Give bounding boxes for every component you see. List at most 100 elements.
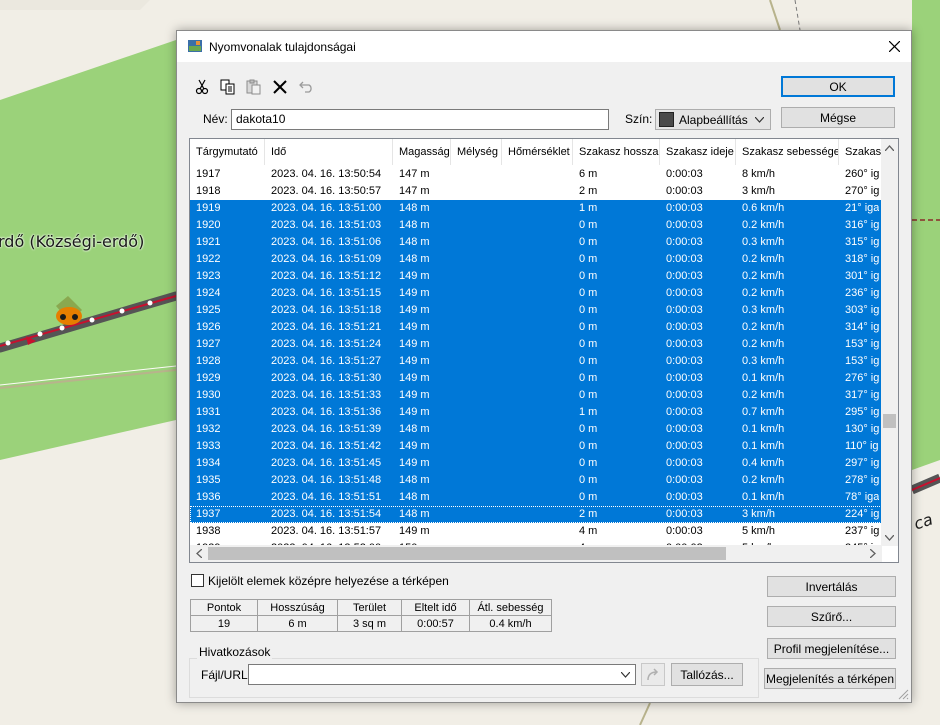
cell-segment-speed: 0.6 km/h <box>742 202 785 214</box>
trackpoint-table[interactable]: Tárgymutató Idő Magasság Mélység Hőmérsé… <box>189 138 899 563</box>
cell-altitude: 148 m <box>399 219 430 231</box>
chevron-down-icon[interactable] <box>621 672 630 678</box>
table-row[interactable]: 1931 2023. 04. 16. 13:51:36 149 m 1 m 0:00:0… <box>190 404 882 421</box>
cell-index: 1930 <box>196 389 221 401</box>
show-on-map-button[interactable]: Megjelenítés a térképen <box>764 668 896 689</box>
col-header-altitude[interactable]: Magasság <box>393 139 451 165</box>
browse-button[interactable]: Tallózás... <box>671 663 743 686</box>
table-row[interactable]: 1926 2023. 04. 16. 13:51:21 149 m 0 m 0:00:0… <box>190 319 882 336</box>
horizontal-scrollbar[interactable] <box>190 545 882 562</box>
col-header-segment-speed[interactable]: Szakasz sebessége <box>736 139 839 165</box>
cell-index: 1934 <box>196 457 221 469</box>
cell-time: 2023. 04. 16. 13:51:33 <box>271 389 382 401</box>
table-row[interactable]: 1925 2023. 04. 16. 13:51:18 149 m 0 m 0:00:0… <box>190 302 882 319</box>
cell-segment-length: 0 m <box>579 321 598 333</box>
table-row[interactable]: 1930 2023. 04. 16. 13:51:33 149 m 0 m 0:00:0… <box>190 387 882 404</box>
resize-grip-icon[interactable] <box>897 688 909 700</box>
col-header-depth[interactable]: Mélység <box>451 139 502 165</box>
cell-segment-time: 0:00:03 <box>666 202 703 214</box>
col-header-index[interactable]: Tárgymutató <box>190 139 265 165</box>
table-row[interactable]: 1924 2023. 04. 16. 13:51:15 149 m 0 m 0:00:0… <box>190 285 882 302</box>
stat-value-area: 3 sq m <box>337 615 402 632</box>
cell-segment-speed: 0.2 km/h <box>742 270 785 282</box>
vertical-scrollbar[interactable] <box>881 139 898 546</box>
delete-icon[interactable] <box>271 78 289 96</box>
cell-segment-course: 153° ig <box>845 355 880 367</box>
table-row[interactable]: 1938 2023. 04. 16. 13:51:57 149 m 4 m 0:00:0… <box>190 523 882 540</box>
col-header-segment-length[interactable]: Szakasz hossza <box>573 139 660 165</box>
cell-segment-speed: 0.1 km/h <box>742 423 785 435</box>
table-row[interactable]: 1918 2023. 04. 16. 13:50:57 147 m 2 m 0:00:0… <box>190 183 882 200</box>
table-row[interactable]: 1921 2023. 04. 16. 13:51:06 148 m 0 m 0:00:0… <box>190 234 882 251</box>
cell-segment-speed: 0.2 km/h <box>742 321 785 333</box>
cell-altitude: 149 m <box>399 440 430 452</box>
cell-segment-course: 297° ig <box>845 457 880 469</box>
title-bar[interactable]: Nyomvonalak tulajdonságai <box>177 31 911 62</box>
table-row[interactable]: 1917 2023. 04. 16. 13:50:54 147 m 6 m 0:00:0… <box>190 166 882 183</box>
cell-segment-speed: 0.2 km/h <box>742 338 785 350</box>
close-button[interactable] <box>877 31 911 62</box>
table-row[interactable]: 1933 2023. 04. 16. 13:51:42 149 m 0 m 0:00:0… <box>190 438 882 455</box>
col-header-temperature[interactable]: Hőmérséklet <box>502 139 573 165</box>
scroll-down-icon[interactable] <box>885 535 894 541</box>
cell-segment-time: 0:00:03 <box>666 508 703 520</box>
filter-button[interactable]: Szűrő... <box>767 606 896 627</box>
cell-time: 2023. 04. 16. 13:51:39 <box>271 423 382 435</box>
ok-button[interactable]: OK <box>781 76 895 97</box>
track-stats-table: Pontok Hosszúság Terület Eltelt idő Átl.… <box>190 599 552 632</box>
cell-altitude: 148 m <box>399 253 430 265</box>
col-header-segment-course[interactable]: Szakas <box>839 139 882 165</box>
color-select[interactable]: Alapbeállítás <box>655 109 771 130</box>
col-header-time[interactable]: Idő <box>265 139 393 165</box>
table-row[interactable]: 1929 2023. 04. 16. 13:51:30 149 m 0 m 0:00:0… <box>190 370 882 387</box>
file-url-input[interactable] <box>248 664 636 685</box>
cell-segment-speed: 0.2 km/h <box>742 219 785 231</box>
col-header-segment-time[interactable]: Szakasz ideje <box>660 139 736 165</box>
cell-altitude: 149 m <box>399 355 430 367</box>
table-row[interactable]: 1919 2023. 04. 16. 13:51:00 148 m 1 m 0:00:0… <box>190 200 882 217</box>
cell-index: 1925 <box>196 304 221 316</box>
cell-altitude: 149 m <box>399 304 430 316</box>
edit-toolbar <box>193 78 315 98</box>
show-profile-button[interactable]: Profil megjelenítése... <box>767 638 896 659</box>
table-row[interactable]: 1922 2023. 04. 16. 13:51:09 148 m 0 m 0:00:0… <box>190 251 882 268</box>
table-row[interactable]: 1934 2023. 04. 16. 13:51:45 149 m 0 m 0:00:0… <box>190 455 882 472</box>
table-row[interactable]: 1936 2023. 04. 16. 13:51:51 148 m 0 m 0:00:0… <box>190 489 882 506</box>
copy-icon[interactable] <box>219 78 237 96</box>
cell-segment-course: 130° ig <box>845 423 880 435</box>
cell-segment-course: 224° ig <box>845 508 880 520</box>
table-row[interactable]: 1932 2023. 04. 16. 13:51:39 148 m 0 m 0:00:0… <box>190 421 882 438</box>
cell-time: 2023. 04. 16. 13:51:45 <box>271 457 382 469</box>
scroll-right-icon[interactable] <box>870 549 876 558</box>
cell-altitude: 148 m <box>399 423 430 435</box>
horizontal-scroll-thumb[interactable] <box>208 547 726 560</box>
cell-time: 2023. 04. 16. 13:51:06 <box>271 236 382 248</box>
table-row[interactable]: 1920 2023. 04. 16. 13:51:03 148 m 0 m 0:00:0… <box>190 217 882 234</box>
cell-segment-course: 295° ig <box>845 406 880 418</box>
cell-index: 1918 <box>196 185 221 197</box>
table-row[interactable]: 1935 2023. 04. 16. 13:51:48 148 m 0 m 0:00:0… <box>190 472 882 489</box>
table-row[interactable]: 1923 2023. 04. 16. 13:51:12 149 m 0 m 0:00:0… <box>190 268 882 285</box>
cell-segment-course: 78° iga <box>845 491 880 503</box>
cell-segment-length: 0 m <box>579 457 598 469</box>
cell-time: 2023. 04. 16. 13:51:09 <box>271 253 382 265</box>
cell-segment-time: 0:00:03 <box>666 185 703 197</box>
scroll-left-icon[interactable] <box>196 549 202 558</box>
name-input[interactable]: dakota10 <box>231 109 609 130</box>
cut-icon[interactable] <box>193 78 211 96</box>
cell-index: 1919 <box>196 202 221 214</box>
cell-altitude: 149 m <box>399 287 430 299</box>
table-row[interactable]: 1937 2023. 04. 16. 13:51:54 148 m 2 m 0:00:0… <box>190 506 882 523</box>
cell-segment-time: 0:00:03 <box>666 406 703 418</box>
table-row[interactable]: 1928 2023. 04. 16. 13:51:27 149 m 0 m 0:00:0… <box>190 353 882 370</box>
stat-value-elapsed: 0:00:57 <box>401 615 470 632</box>
table-row[interactable]: 1927 2023. 04. 16. 13:51:24 149 m 0 m 0:00:0… <box>190 336 882 353</box>
center-selection-checkbox[interactable] <box>191 574 204 587</box>
scroll-up-icon[interactable] <box>885 145 894 151</box>
cancel-button[interactable]: Mégse <box>781 107 895 128</box>
stat-value-avg-speed: 0.4 km/h <box>469 615 552 632</box>
cell-time: 2023. 04. 16. 13:51:27 <box>271 355 382 367</box>
cell-segment-length: 0 m <box>579 372 598 384</box>
vertical-scroll-thumb[interactable] <box>883 414 896 428</box>
invert-button[interactable]: Invertálás <box>767 576 896 597</box>
